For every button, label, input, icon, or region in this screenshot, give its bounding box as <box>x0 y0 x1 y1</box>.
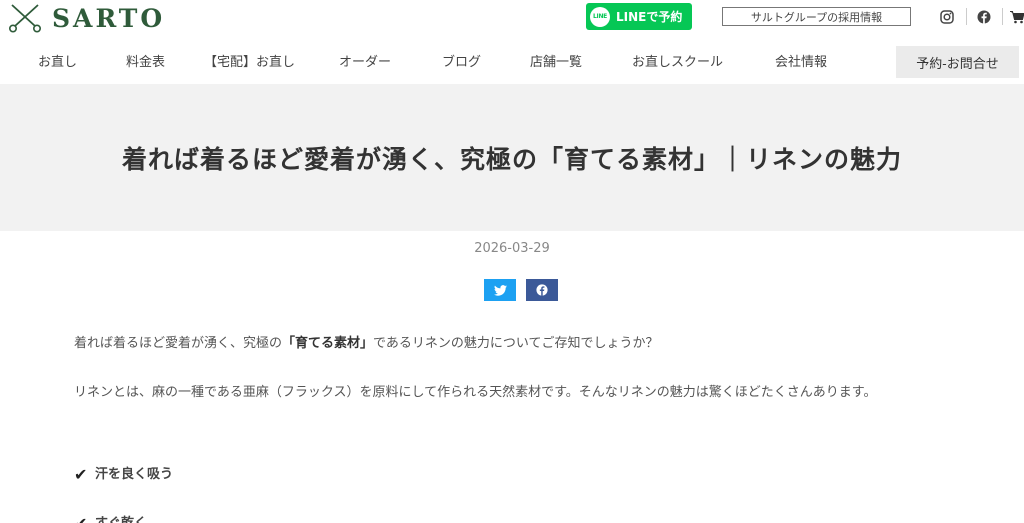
line-reserve-button[interactable]: LINE LINEで予約 <box>586 3 692 30</box>
twitter-icon <box>493 284 507 296</box>
twitter-share-button[interactable] <box>484 279 516 301</box>
article-hero: 着れば着るほど愛着が湧く、究極の「育てる素材」｜リネンの魅力 <box>0 84 1024 231</box>
nav-item-company[interactable]: 会社情報 <box>775 46 827 80</box>
intro-text-before: 着れば着るほど愛着が湧く、究極の <box>74 336 283 351</box>
facebook-icon <box>536 284 548 296</box>
nav-item-school[interactable]: お直しスクール <box>632 46 723 80</box>
article-title: 着れば着るほど愛着が湧く、究極の「育てる素材」｜リネンの魅力 <box>121 144 902 174</box>
facebook-icon[interactable] <box>975 8 993 26</box>
nav-item-stores[interactable]: 店舗一覧 <box>530 46 582 80</box>
nav-item-pricing[interactable]: 料金表 <box>126 46 165 80</box>
intro-bold-text: 「育てる素材」 <box>282 336 374 351</box>
scissors-icon <box>8 4 41 33</box>
main-nav: お直し 料金表 【宅配】お直し オーダー ブログ 店舗一覧 お直しスクール 会社… <box>0 46 1024 80</box>
list-item: ✔ すぐ乾く <box>74 511 147 523</box>
nav-item-alterations[interactable]: お直し <box>38 46 77 80</box>
nav-item-order[interactable]: オーダー <box>339 46 391 80</box>
header-divider <box>1002 8 1003 25</box>
checkmark-icon: ✔ <box>74 465 88 484</box>
intro-text-after: であるリネンの魅力についてご存知でしょうか？ <box>373 336 659 351</box>
logo-text: SARTO <box>52 3 166 33</box>
contact-button[interactable]: 予約-お問合せ <box>896 46 1019 78</box>
line-reserve-label: LINEで予約 <box>616 10 683 24</box>
description-paragraph: リネンとは、麻の一種である亜麻（フラックス）を原料にして作られる天然素材です。そ… <box>74 385 877 400</box>
site-header: SARTO LINE LINEで予約 サルトグループの採用情報 お直し 料金表 … <box>0 0 1024 84</box>
list-item: ✔ 汗を良く吸う <box>74 462 173 487</box>
intro-paragraph: 着れば着るほど愛着が湧く、究極の「育てる素材」であるリネンの魅力についてご存知で… <box>74 331 659 356</box>
list-item-text: すぐ乾く <box>95 511 147 523</box>
nav-item-blog[interactable]: ブログ <box>442 46 481 80</box>
article-date: 2026-03-29 <box>474 241 550 256</box>
checkmark-icon: ✔ <box>74 511 92 523</box>
recruit-link[interactable]: サルトグループの採用情報 <box>722 7 911 26</box>
nav-item-delivery-alterations[interactable]: 【宅配】お直し <box>204 46 295 80</box>
cart-icon[interactable] <box>1010 8 1024 26</box>
instagram-icon[interactable] <box>938 8 956 26</box>
header-divider <box>966 8 967 25</box>
line-icon: LINE <box>590 6 610 27</box>
facebook-share-button[interactable] <box>526 279 558 301</box>
site-logo[interactable]: SARTO <box>8 3 165 33</box>
list-item-text: 汗を良く吸う <box>95 467 174 482</box>
